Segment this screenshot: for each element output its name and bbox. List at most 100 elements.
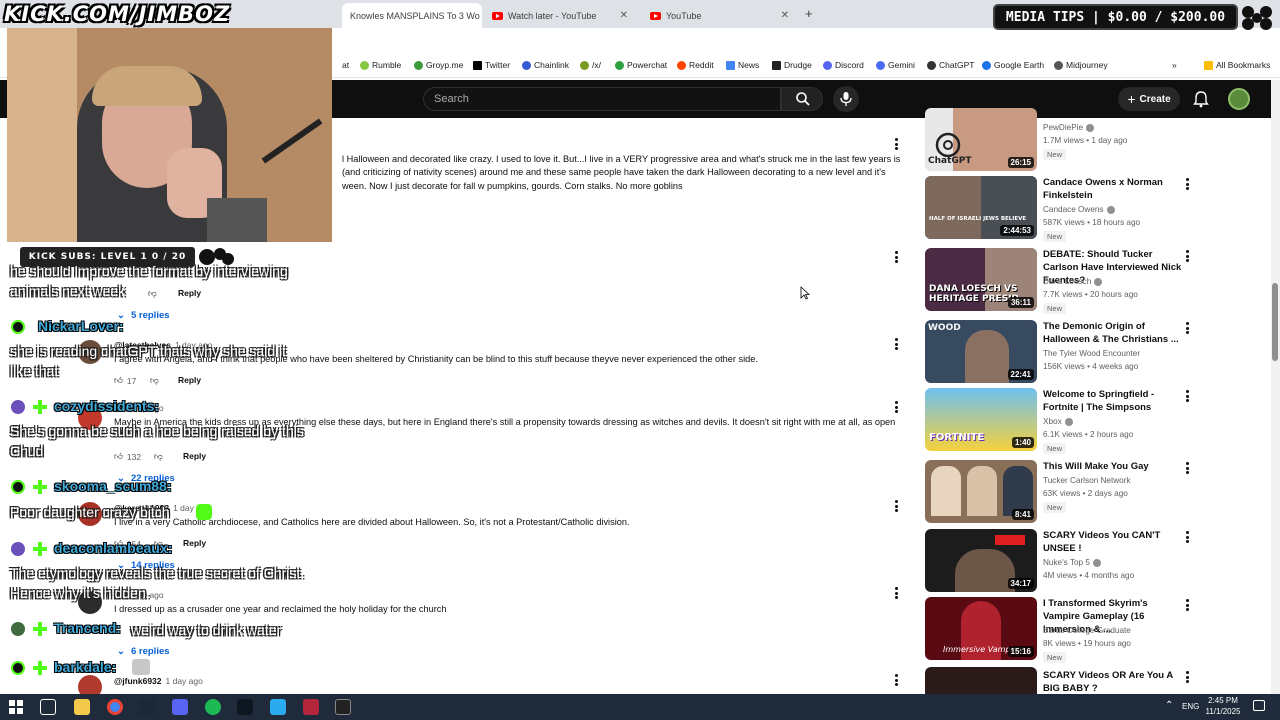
chrome-icon[interactable] <box>107 699 123 715</box>
system-tray-chevron-icon[interactable]: ⌃ <box>1165 700 1173 711</box>
telegram-icon[interactable] <box>270 699 286 715</box>
comment-menu-icon[interactable] <box>891 586 901 600</box>
comment-menu-icon[interactable] <box>891 337 901 351</box>
video-title[interactable]: The Demonic Origin of Halloween & The Ch… <box>1043 320 1183 346</box>
task-view-icon[interactable] <box>40 699 56 715</box>
video-menu-icon[interactable] <box>1182 321 1192 335</box>
reply-button[interactable]: Reply <box>183 538 206 548</box>
thumbs-down-icon: 👎︎ <box>154 451 163 461</box>
bookmark-rumble[interactable]: Rumble <box>360 60 401 70</box>
comment-menu-icon[interactable] <box>891 400 901 414</box>
bookmark-reddit[interactable]: Reddit <box>677 60 714 70</box>
bookmark-google-earth[interactable]: Google Earth <box>982 60 1044 70</box>
bookmark-news[interactable]: News <box>726 60 759 70</box>
reply-button[interactable]: Reply <box>178 288 201 298</box>
comment-menu-icon[interactable] <box>891 137 901 151</box>
system-clock[interactable]: 2:45 PM 11/1/2025 <box>1203 695 1243 717</box>
video-channel[interactable]: Tucker Carlson Network <box>1043 476 1131 485</box>
video-title[interactable]: This Will Make You Gay <box>1043 460 1183 473</box>
tab-youtube[interactable]: YouTube ✕ <box>642 3 797 28</box>
dislike-button[interactable]: 👎︎ <box>148 288 157 299</box>
video-title[interactable]: SCARY Videos OR Are You A BIG BABY ? <box>1043 669 1183 695</box>
video-menu-icon[interactable] <box>1182 598 1192 612</box>
tab-watch-later[interactable]: Watch later - YouTube ✕ <box>484 3 636 28</box>
dislike-button[interactable]: 👎︎ <box>150 375 159 386</box>
video-channel[interactable]: Candace Owens <box>1043 205 1115 214</box>
video-title[interactable]: Candace Owens x Norman Finkelstein <box>1043 176 1183 202</box>
video-channel[interactable]: Nuke's Top 5 <box>1043 558 1101 567</box>
video-thumbnail[interactable]: 8:41 <box>925 460 1037 523</box>
terminal-icon[interactable] <box>237 699 253 715</box>
video-thumbnail[interactable]: WOOD 22:41 <box>925 320 1037 383</box>
video-menu-icon[interactable] <box>1182 389 1192 403</box>
video-thumbnail[interactable]: DANA LOESCH VS HERITAGE PRESID... 36:11 <box>925 248 1037 311</box>
reply-button[interactable]: Reply <box>178 375 201 385</box>
video-channel[interactable]: The Tyler Wood Encounter <box>1043 349 1140 358</box>
discord-icon[interactable] <box>172 699 188 715</box>
video-title[interactable]: SCARY Videos You CAN'T UNSEE ! <box>1043 529 1183 555</box>
bookmark-gemini[interactable]: Gemini <box>876 60 915 70</box>
notifications-bell-icon[interactable] <box>1191 89 1211 109</box>
search-input[interactable]: Search <box>423 87 781 111</box>
video-menu-icon[interactable] <box>1182 177 1192 191</box>
close-tab-icon[interactable]: ✕ <box>620 10 628 21</box>
comment-author[interactable]: @jfunk6932 1 day ago <box>114 676 203 686</box>
windows-start-icon[interactable] <box>9 700 23 714</box>
comment-menu-icon[interactable] <box>891 250 901 264</box>
video-thumbnail[interactable]: 34:17 <box>925 529 1037 592</box>
close-tab-icon[interactable]: ✕ <box>781 10 789 21</box>
account-avatar[interactable] <box>1228 88 1250 110</box>
bookmark-midjourney[interactable]: Midjourney <box>1054 60 1108 70</box>
video-thumbnail[interactable]: HALF OF ISRAELI JEWS BELIEVE 2:44:53 <box>925 176 1037 239</box>
show-replies-button[interactable]: ⌄ 6 replies <box>117 646 170 657</box>
video-title[interactable]: Welcome to Springfield - Fortnite | The … <box>1043 388 1183 414</box>
spotify-icon[interactable] <box>205 699 221 715</box>
voice-search-button[interactable] <box>833 86 859 112</box>
reply-button[interactable]: Reply <box>183 451 206 461</box>
video-channel[interactable]: Bards College Graduate <box>1043 626 1131 635</box>
bookmark-twitter[interactable]: Twitter <box>473 60 510 70</box>
comment-menu-icon[interactable] <box>891 673 901 687</box>
new-tab-icon[interactable]: + <box>805 6 813 21</box>
more-bookmarks-chevron-icon[interactable]: » <box>1172 60 1177 70</box>
show-replies-button[interactable]: ⌄ 5 replies <box>117 310 170 321</box>
bookmark-drudge[interactable]: Drudge <box>772 60 812 70</box>
video-menu-icon[interactable] <box>1182 461 1192 475</box>
chat-message: The etymology reveals the true secret of… <box>10 565 305 581</box>
bookmark-discord[interactable]: Discord <box>823 60 864 70</box>
like-button[interactable]: 👍︎ 17 <box>114 375 136 386</box>
video-menu-icon[interactable] <box>1182 249 1192 263</box>
search-button[interactable] <box>781 87 823 111</box>
comment-menu-icon[interactable] <box>891 499 901 513</box>
bookmark-powerchat[interactable]: Powerchat <box>615 60 667 70</box>
input-language[interactable]: ENG <box>1182 702 1199 711</box>
file-explorer-icon[interactable] <box>74 699 90 715</box>
create-button[interactable]: + Create <box>1118 87 1180 111</box>
bookmark-partial[interactable]: at <box>342 60 349 70</box>
video-channel[interactable]: Dana Loesch <box>1043 277 1103 286</box>
video-thumbnail[interactable]: FORTNITE 1:40 <box>925 388 1037 451</box>
all-bookmarks-button[interactable]: All Bookmarks <box>1204 60 1270 70</box>
page-scrollbar[interactable] <box>1271 80 1280 694</box>
video-menu-icon[interactable] <box>1182 530 1192 544</box>
like-button[interactable]: 👍︎ 132 <box>114 451 141 462</box>
bookmark-groyp[interactable]: Groyp.me <box>414 60 463 70</box>
scrollbar-thumb[interactable] <box>1272 283 1278 361</box>
bookmark-x-board[interactable]: /x/ <box>580 60 601 70</box>
notification-center-icon[interactable] <box>1253 700 1265 711</box>
bookmark-label: /x/ <box>592 60 601 70</box>
video-channel[interactable]: PewDiePie <box>1043 123 1095 132</box>
tab-active-video[interactable]: Knowles MANSPLAINS To 3 Wo ✕ <box>342 3 482 28</box>
video-thumbnail[interactable] <box>925 667 1037 694</box>
dislike-button[interactable]: 👎︎ <box>154 451 163 462</box>
app-icon[interactable] <box>303 699 319 715</box>
bookmark-chainlink[interactable]: Chainlink <box>522 60 569 70</box>
new-badge: New <box>1043 303 1067 314</box>
epic-games-icon[interactable] <box>335 699 351 715</box>
steam-icon[interactable] <box>139 699 155 715</box>
bookmark-chatgpt[interactable]: ChatGPT <box>927 60 974 70</box>
video-thumbnail[interactable]: Immersive Vampires 15:16 <box>925 597 1037 660</box>
video-channel[interactable]: Xbox <box>1043 417 1073 426</box>
video-thumbnail[interactable]: ChatGPT 26:15 <box>925 108 1037 171</box>
video-menu-icon[interactable] <box>1182 670 1192 684</box>
